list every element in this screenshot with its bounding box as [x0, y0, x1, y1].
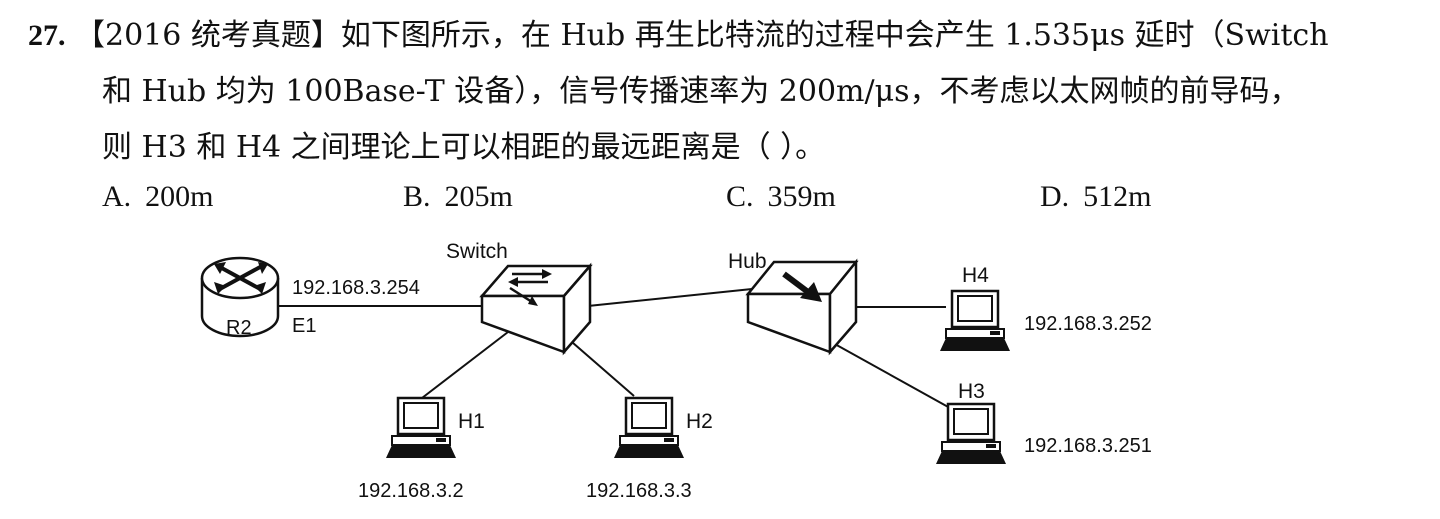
host-h2-computer-icon: [612, 396, 686, 460]
host-h3-computer-icon: [934, 402, 1008, 466]
switch-label: Switch: [446, 240, 508, 263]
link-switch-hub: [587, 288, 753, 307]
host-h1-ip: 192.168.3.2: [358, 480, 464, 502]
host-h2-ip: 192.168.3.3: [586, 480, 692, 502]
hub-device: [745, 258, 859, 356]
host-h4-ip: 192.168.3.252: [1024, 313, 1152, 335]
router-name: R2: [226, 317, 252, 339]
host-h4-name: H4: [962, 264, 989, 287]
link-switch-h2: [564, 335, 635, 397]
router-interface: E1: [292, 315, 316, 337]
network-diagram: R2 E1 192.168.3.254 Switch Hub H1 192.16…: [200, 240, 1152, 502]
link-hub-h3: [823, 337, 951, 409]
host-h3-ip: 192.168.3.251: [1024, 435, 1152, 457]
host-h3-name: H3: [958, 380, 985, 403]
link-switch-h1: [421, 331, 509, 399]
hub-label: Hub: [728, 250, 767, 273]
host-h4-computer-icon: [938, 289, 1012, 353]
host-h2-name: H2: [686, 410, 713, 433]
host-h1-name: H1: [458, 410, 485, 433]
router-ip: 192.168.3.254: [292, 277, 420, 299]
host-h1-computer-icon: [384, 396, 458, 460]
